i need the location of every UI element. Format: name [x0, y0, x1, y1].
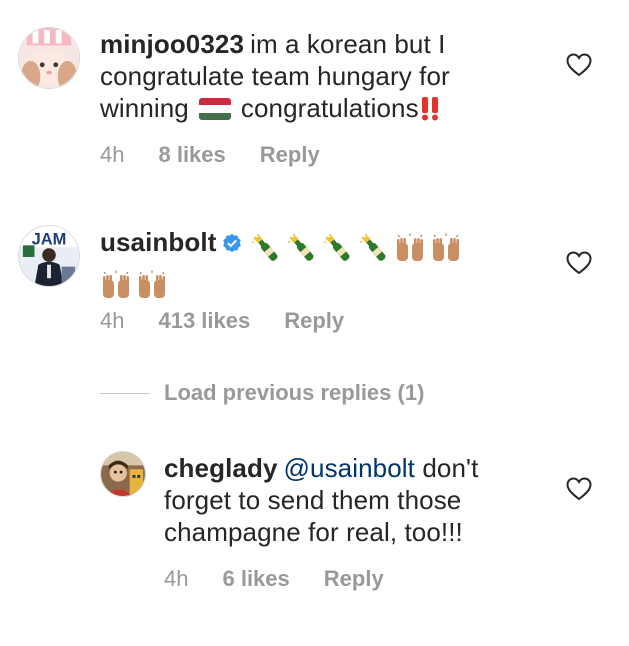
comment-text-line1: don't: [422, 453, 479, 483]
comment-time: 4h: [164, 566, 189, 591]
mention-link[interactable]: @usainbolt: [284, 453, 415, 483]
raised-hands-emoji: [100, 270, 132, 300]
champagne-emoji: [250, 233, 282, 263]
comment-text-line2: congratulate team hungary for: [100, 61, 450, 91]
avatar-usainbolt[interactable]: JAM: [18, 225, 80, 287]
load-previous-replies-label[interactable]: Load previous replies (1): [164, 380, 424, 406]
reply-button[interactable]: Reply: [284, 308, 344, 333]
like-heart-icon[interactable]: [566, 251, 592, 275]
reply-button[interactable]: Reply: [260, 142, 320, 167]
avatar-minjoo0323[interactable]: [18, 27, 80, 89]
champagne-emoji: [322, 233, 354, 263]
champagne-emoji: [358, 233, 390, 263]
comment-text-line1: im a korean but I: [250, 29, 446, 59]
champagne-emoji: [286, 233, 318, 263]
raised-hands-emoji: [136, 270, 168, 300]
reply-button[interactable]: Reply: [324, 566, 384, 591]
comment-meta: 4h 413 likes Reply: [100, 308, 344, 334]
avatar-cheglady[interactable]: [100, 451, 146, 497]
load-previous-replies[interactable]: Load previous replies (1): [100, 378, 424, 408]
username-link[interactable]: cheglady: [164, 453, 278, 483]
comment-text-block: usainbolt: [100, 226, 540, 300]
raised-hands-emoji: [430, 233, 462, 263]
hungary-flag-emoji: [198, 98, 231, 120]
svg-text:JAM: JAM: [32, 230, 67, 248]
raised-hands-emoji: [394, 233, 426, 263]
username-link[interactable]: minjoo0323: [100, 29, 244, 59]
like-heart-icon[interactable]: [566, 477, 592, 501]
emoji-row-2: [100, 267, 172, 300]
comment-time: 4h: [100, 308, 125, 333]
comment-meta: 4h 6 likes Reply: [164, 566, 384, 592]
comment-text-block: cheglady @usainbolt don't forget to send …: [164, 452, 544, 548]
verified-badge-icon: [222, 233, 242, 253]
comment-text-line3-end: congratulations: [240, 93, 419, 123]
comment-time: 4h: [100, 142, 125, 167]
double-exclamation-emoji: [419, 95, 441, 121]
comment-text-line3: champagne for real, too!!!: [164, 517, 463, 547]
comment-text-line3: winning: [100, 93, 189, 123]
comment-text-line2: forget to send them those: [164, 485, 462, 515]
likes-count[interactable]: 8 likes: [158, 142, 225, 167]
comment-meta: 4h 8 likes Reply: [100, 142, 320, 168]
divider-line: [100, 392, 150, 394]
like-heart-icon[interactable]: [566, 53, 592, 77]
emoji-row: [250, 230, 466, 263]
likes-count[interactable]: 6 likes: [222, 566, 289, 591]
likes-count[interactable]: 413 likes: [158, 308, 250, 333]
comment-text-block: minjoo0323 im a korean but I congratulate…: [100, 28, 540, 124]
username-link[interactable]: usainbolt: [100, 227, 216, 257]
